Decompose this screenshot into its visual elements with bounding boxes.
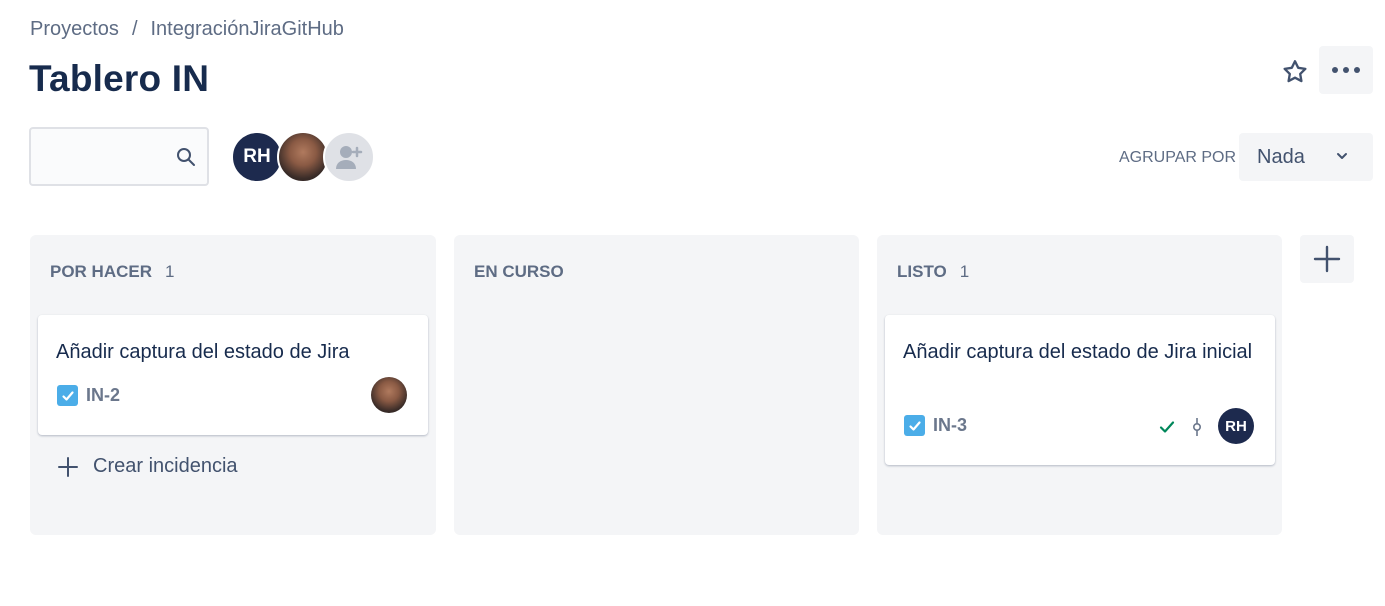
breadcrumb-separator: / bbox=[131, 18, 138, 40]
search-field[interactable] bbox=[29, 127, 209, 186]
create-issue-label: Crear incidencia bbox=[93, 455, 238, 477]
avatar-rh[interactable]: RH bbox=[231, 131, 283, 183]
task-type-icon bbox=[57, 385, 78, 406]
star-icon bbox=[1283, 60, 1307, 83]
column-header: LISTO 1 bbox=[897, 262, 969, 282]
chevron-down-icon bbox=[1337, 153, 1347, 159]
breadcrumb-project-name[interactable]: IntegraciónJiraGitHub bbox=[151, 18, 344, 41]
add-user-icon bbox=[336, 146, 363, 169]
assignee-avatar[interactable]: RH bbox=[1218, 408, 1254, 444]
search-icon bbox=[176, 147, 196, 172]
assignee-filter-avatars: RH bbox=[231, 131, 375, 183]
board-column-done: LISTO 1 Añadir captura del estado de Jir… bbox=[877, 235, 1282, 535]
column-title: POR HACER bbox=[50, 262, 153, 281]
column-header: POR HACER 1 bbox=[50, 262, 174, 282]
issue-key: IN-2 bbox=[86, 385, 121, 405]
add-column-button[interactable] bbox=[1300, 235, 1354, 283]
breadcrumb-projects[interactable]: Proyectos bbox=[30, 18, 119, 41]
group-by-select[interactable]: Nada bbox=[1239, 133, 1373, 181]
search-input[interactable] bbox=[39, 139, 169, 175]
plus-icon bbox=[58, 456, 78, 477]
issue-key: IN-3 bbox=[933, 415, 968, 435]
breadcrumb: Proyectos / IntegraciónJiraGitHub bbox=[30, 18, 344, 41]
add-people-button[interactable] bbox=[323, 131, 375, 183]
issue-key-row: IN-2 bbox=[57, 385, 120, 406]
task-type-icon bbox=[904, 415, 925, 436]
issue-card[interactable]: Añadir captura del estado de Jira IN-2 bbox=[38, 315, 428, 435]
column-issue-count: 1 bbox=[959, 262, 970, 281]
issue-key-row: IN-3 bbox=[904, 415, 967, 436]
assignee-avatar[interactable] bbox=[371, 377, 407, 413]
more-actions-button[interactable] bbox=[1319, 46, 1373, 94]
issue-card[interactable]: Añadir captura del estado de Jira inicia… bbox=[885, 315, 1275, 465]
done-check-icon bbox=[1159, 421, 1175, 433]
board-column-todo: POR HACER 1 Añadir captura del estado de… bbox=[30, 235, 436, 535]
issue-summary: Añadir captura del estado de Jira bbox=[56, 341, 350, 363]
avatar-user-photo[interactable] bbox=[277, 131, 329, 183]
group-by-label: AGRUPAR POR bbox=[1119, 149, 1237, 166]
issue-summary: Añadir captura del estado de Jira inicia… bbox=[903, 341, 1253, 363]
more-horizontal-icon bbox=[1332, 67, 1360, 73]
column-issue-count: 1 bbox=[165, 262, 175, 281]
plus-icon bbox=[1313, 245, 1341, 273]
column-title: LISTO bbox=[897, 262, 947, 281]
group-by-value: Nada bbox=[1257, 145, 1305, 168]
board-column-in-progress: EN CURSO bbox=[454, 235, 859, 535]
column-title: EN CURSO bbox=[474, 262, 564, 281]
star-button[interactable] bbox=[1275, 52, 1315, 92]
create-issue-button[interactable]: Crear incidencia bbox=[57, 455, 238, 478]
commit-icon[interactable] bbox=[1189, 417, 1205, 437]
page-title: Tablero IN bbox=[29, 58, 210, 99]
column-header: EN CURSO bbox=[474, 262, 564, 282]
